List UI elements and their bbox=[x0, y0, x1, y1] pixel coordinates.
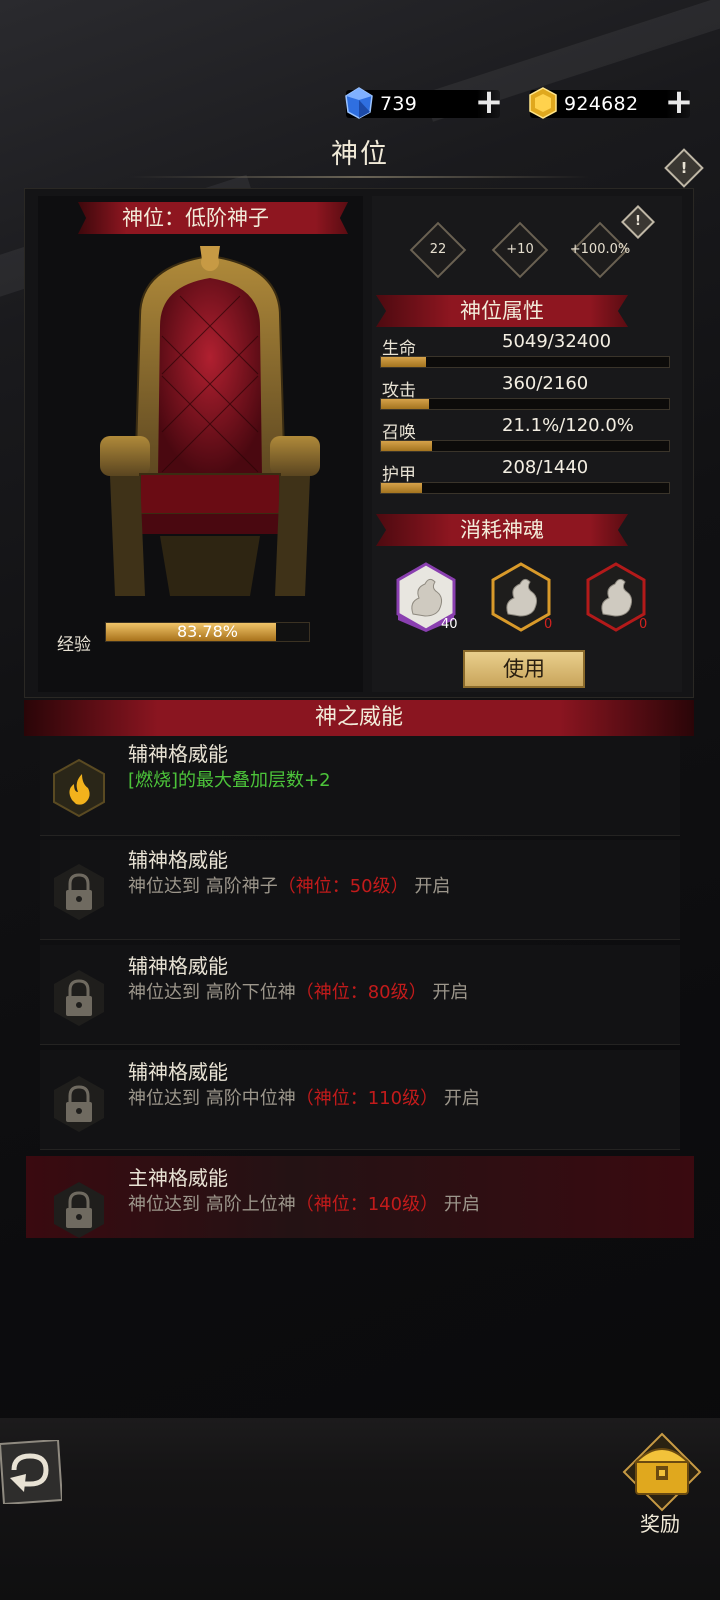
souls-header: 消耗神魂 bbox=[460, 518, 544, 542]
lock-icon bbox=[54, 1076, 104, 1132]
gold-gem-icon bbox=[529, 87, 557, 119]
summon-bar bbox=[380, 440, 670, 452]
summon-value: 21.1%/120.0% bbox=[502, 415, 634, 436]
hp-value: 5049/32400 bbox=[502, 331, 612, 352]
rank-label: 神位：低阶神子 bbox=[122, 206, 269, 230]
page-title: 神位 bbox=[331, 139, 389, 170]
armor-bar bbox=[380, 482, 670, 494]
blue-gem-icon bbox=[345, 87, 373, 119]
bonus-value: +10 bbox=[506, 242, 534, 257]
lock-icon bbox=[54, 970, 104, 1026]
power-header: 神之威能 bbox=[24, 700, 694, 736]
gem-counter: 739 + bbox=[345, 85, 503, 119]
gold-soul-count: 0 bbox=[544, 617, 553, 632]
treasure-chest-icon[interactable] bbox=[622, 1432, 702, 1512]
power-row-3-desc: 神位达到 高阶下位神（神位：80级） 开启 bbox=[128, 982, 469, 1003]
use-button[interactable]: 使用 bbox=[463, 650, 585, 688]
power-row-3-title: 辅神格威能 bbox=[128, 954, 228, 978]
attack-bar-fill bbox=[381, 399, 430, 409]
gem-value: 739 bbox=[380, 93, 418, 115]
red-soul-icon[interactable] bbox=[585, 562, 647, 632]
power-row-2-desc: 神位达到 高阶神子（神位：50级） 开启 bbox=[128, 876, 451, 897]
flame-skill-icon[interactable] bbox=[52, 758, 106, 818]
power-row-5-title: 主神格威能 bbox=[128, 1166, 228, 1190]
power-row-1-desc: [燃烧]的最大叠加层数+2 bbox=[128, 770, 331, 791]
exp-percent: 83.78% bbox=[176, 622, 238, 641]
attack-bar bbox=[380, 398, 670, 410]
power-row-1-title: 辅神格威能 bbox=[128, 742, 228, 766]
rank-ribbon: 神位：低阶神子 bbox=[78, 202, 348, 234]
level-value: 22 bbox=[429, 242, 447, 257]
throne-image bbox=[100, 246, 320, 596]
souls-ribbon: 消耗神魂 bbox=[376, 514, 628, 546]
power-row-5-desc: 神位达到 高阶上位神（神位：140级） 开启 bbox=[128, 1194, 480, 1215]
lock-icon bbox=[54, 1182, 104, 1238]
bottom-bar bbox=[0, 1418, 720, 1600]
gold-counter: 924682 + bbox=[529, 85, 693, 119]
attributes-ribbon: 神位属性 bbox=[376, 295, 628, 327]
lock-icon bbox=[54, 864, 104, 920]
add-gold-button[interactable]: + bbox=[664, 85, 694, 119]
back-arrow-icon[interactable] bbox=[0, 1440, 62, 1504]
exp-label: 经验 bbox=[57, 635, 91, 655]
add-gems-button[interactable]: + bbox=[474, 85, 504, 119]
gold-value: 924682 bbox=[564, 93, 639, 115]
power-row-2-title: 辅神格威能 bbox=[128, 848, 228, 872]
red-soul-count: 0 bbox=[639, 617, 648, 632]
power-row-4-title: 辅神格威能 bbox=[128, 1060, 228, 1084]
attack-value: 360/2160 bbox=[502, 373, 589, 394]
exclamation-icon: ! bbox=[635, 214, 641, 229]
hp-bar bbox=[380, 356, 670, 368]
armor-bar-fill bbox=[381, 483, 423, 493]
purple-soul-count: 40 bbox=[441, 617, 458, 632]
hp-bar-fill bbox=[381, 357, 426, 367]
attributes-header: 神位属性 bbox=[460, 299, 544, 323]
armor-value: 208/1440 bbox=[502, 457, 589, 478]
reward-label: 奖励 bbox=[640, 1512, 680, 1536]
percent-value: +100.0% bbox=[569, 242, 631, 257]
summon-bar-fill bbox=[381, 441, 432, 451]
exclamation-icon: ! bbox=[680, 159, 688, 177]
title-divider bbox=[130, 176, 590, 178]
exp-bar: 83.78% bbox=[105, 622, 310, 642]
power-header-label: 神之威能 bbox=[314, 705, 403, 730]
gold-soul-icon[interactable] bbox=[490, 562, 552, 632]
power-row-4-desc: 神位达到 高阶中位神（神位：110级） 开启 bbox=[128, 1088, 480, 1109]
